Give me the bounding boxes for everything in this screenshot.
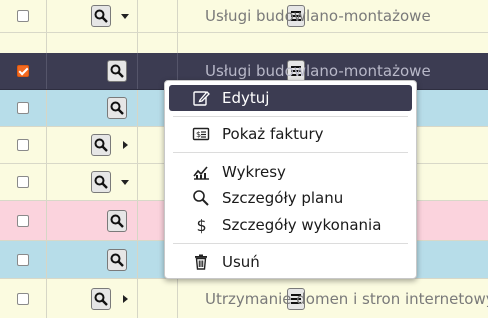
search-button[interactable] [107, 209, 127, 232]
search-button[interactable] [107, 60, 127, 82]
search-icon [193, 190, 209, 206]
search-icon [110, 253, 124, 267]
edit-icon [193, 91, 210, 106]
menu-item-charts[interactable]: Wykresy [169, 159, 412, 185]
expand-caret-icon[interactable] [121, 14, 129, 19]
row-checkbox[interactable] [17, 10, 29, 22]
menu-item-delete[interactable]: Usuń [169, 249, 412, 275]
menu-item-label: Szczegóły wykonania [222, 216, 382, 234]
expand-caret-icon[interactable] [123, 141, 128, 149]
row-checkbox[interactable] [17, 253, 29, 266]
svg-text:$: $ [197, 216, 207, 234]
menu-item-show-invoices[interactable]: $ Pokaż faktury [169, 121, 412, 147]
row-checkbox[interactable] [17, 292, 29, 305]
search-icon [94, 9, 108, 23]
row-checkbox[interactable] [17, 214, 29, 227]
menu-item-label: Wykresy [222, 163, 286, 181]
menu-item-edit[interactable]: Edytuj [169, 85, 412, 111]
row-checkbox[interactable] [17, 139, 29, 151]
menu-item-label: Szczegóły planu [222, 189, 344, 207]
item-name: Usługi budowlano-montażowe [205, 62, 431, 80]
search-icon [94, 138, 108, 152]
search-icon [110, 214, 124, 228]
chart-icon [193, 166, 209, 180]
dollar-icon: $ [197, 216, 207, 234]
search-icon [94, 292, 108, 306]
search-button[interactable] [91, 287, 111, 310]
search-button[interactable] [107, 97, 127, 119]
invoice-icon: $ [192, 127, 210, 141]
row-checkbox[interactable] [17, 176, 29, 188]
row-checkbox[interactable] [17, 102, 29, 114]
search-button[interactable] [91, 5, 111, 27]
menu-item-execution-details[interactable]: $ Szczegóły wykonania [169, 212, 412, 238]
search-button[interactable] [91, 171, 111, 193]
menu-item-label: Pokaż faktury [222, 125, 324, 143]
menu-item-label: Usuń [222, 253, 260, 271]
row-context-menu: Edytuj $ Pokaż faktury Wykresy Szczegóły… [164, 80, 417, 279]
menu-item-label: Edytuj [222, 89, 270, 107]
expand-caret-icon[interactable] [121, 180, 129, 185]
expand-caret-icon[interactable] [123, 294, 128, 303]
search-icon [94, 175, 108, 189]
item-name: Utrzymanie domen i stron internetowych [205, 289, 488, 308]
row-checkbox[interactable] [17, 65, 29, 77]
trash-icon [195, 254, 207, 270]
search-button[interactable] [107, 248, 127, 271]
table-row[interactable] [0, 33, 488, 53]
svg-text:$: $ [196, 130, 201, 139]
menu-separator [173, 152, 408, 153]
search-icon [110, 101, 124, 115]
table-row[interactable]: Usługi budowlano-montażowe [0, 0, 488, 33]
table-row[interactable]: Utrzymanie domen i stron internetowych [0, 279, 488, 318]
menu-separator [173, 116, 408, 117]
menu-item-plan-details[interactable]: Szczegóły planu [169, 185, 412, 211]
search-icon [110, 64, 124, 78]
menu-separator [173, 243, 408, 244]
item-name: Usługi budowlano-montażowe [205, 7, 431, 25]
search-button[interactable] [91, 134, 111, 156]
